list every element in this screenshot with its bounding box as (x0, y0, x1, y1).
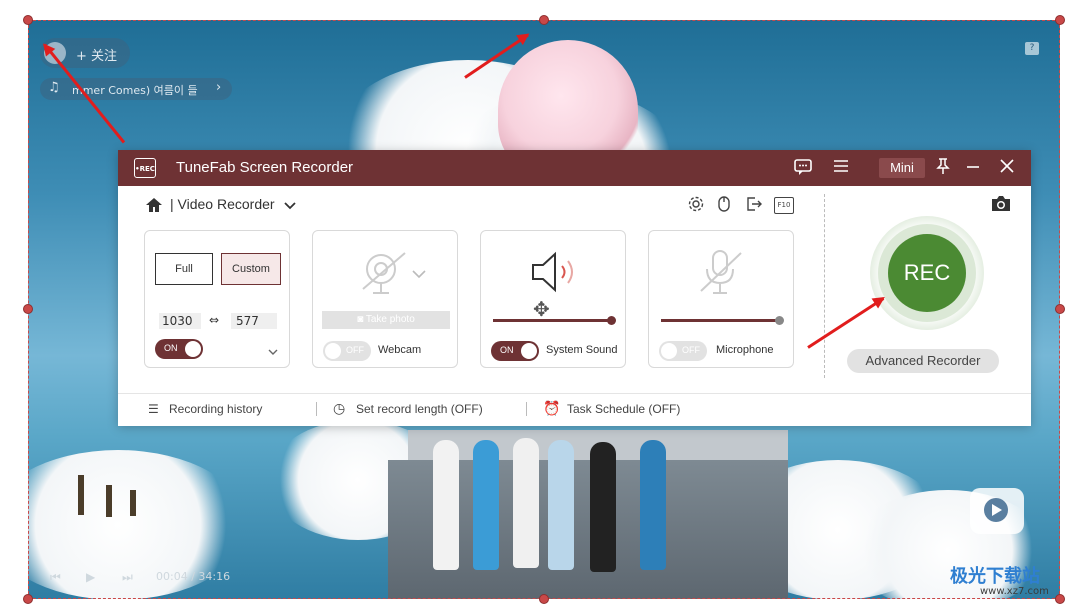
display-toggle[interactable]: ON (155, 339, 203, 359)
take-photo-button[interactable]: ◙ Take photo (322, 311, 450, 329)
next-icon[interactable]: ⏭ (122, 570, 133, 585)
record-length-link[interactable]: Set record length (OFF) (356, 402, 483, 416)
custom-label: Custom (232, 263, 270, 275)
webcam-toggle[interactable]: OFF (323, 341, 371, 361)
microphone-label: Microphone (716, 344, 774, 356)
resize-handle-bottom-right[interactable] (1055, 594, 1065, 604)
mini-button[interactable]: Mini (879, 158, 925, 178)
microphone-icon (695, 247, 747, 297)
resize-handle-top[interactable] (539, 15, 549, 25)
task-schedule-link[interactable]: Task Schedule (OFF) (567, 402, 680, 416)
full-button[interactable]: Full (155, 253, 213, 285)
advanced-recorder-button[interactable]: Advanced Recorder (847, 349, 999, 373)
toggle-knob (185, 341, 201, 357)
system-sound-slider[interactable] (493, 315, 616, 325)
breadcrumb: | Video Recorder (170, 196, 275, 212)
footer-divider (316, 402, 317, 416)
chevron-down-icon[interactable] (267, 343, 281, 357)
app-logo: •REC (134, 158, 156, 178)
export-icon[interactable] (744, 195, 764, 215)
custom-button[interactable]: Custom (221, 253, 281, 285)
toggle-label: OFF (346, 345, 364, 355)
slider-knob[interactable] (607, 315, 616, 325)
chevron-down-icon[interactable] (411, 265, 427, 279)
home-icon[interactable] (144, 195, 164, 215)
recording-history-link[interactable]: Recording history (169, 402, 262, 416)
speaker-icon (527, 249, 583, 295)
divider (824, 194, 825, 378)
full-label: Full (175, 263, 193, 275)
system-sound-label: System Sound (546, 344, 618, 356)
play-icon[interactable]: ▶ (86, 570, 95, 584)
footer-bar: ☰ Recording history ◷ Set record length … (118, 393, 1031, 426)
webcam-label: Webcam (378, 344, 422, 356)
take-photo-label: Take photo (365, 314, 415, 325)
system-sound-toggle[interactable]: ON (491, 341, 539, 361)
slider-knob[interactable] (775, 315, 784, 325)
resize-handle-right[interactable] (1055, 304, 1065, 314)
link-icon[interactable]: ⇔ (209, 313, 219, 327)
webcam-icon (359, 249, 409, 297)
prev-icon[interactable]: ⏮ (50, 570, 61, 585)
microphone-slider[interactable] (661, 315, 784, 325)
playback-time: 00:04 / 34:16 (156, 570, 231, 583)
list-icon: ☰ (148, 402, 159, 416)
resize-handle-left[interactable] (23, 304, 33, 314)
recorder-window: •REC TuneFab Screen Recorder Mini | Vide… (118, 150, 1031, 426)
toggle-knob (661, 343, 677, 359)
toggle-knob (325, 343, 341, 359)
timer-icon: ◷ (333, 400, 346, 416)
camera-small-icon: ◙ (357, 314, 366, 325)
minimize-icon[interactable] (962, 157, 984, 179)
watermark: 极光下载站 (950, 566, 1040, 587)
hotkey-label: F10 (774, 197, 794, 214)
watermark-url: www.xz7.com (980, 586, 1049, 597)
camera-icon[interactable] (989, 194, 1013, 214)
close-icon[interactable] (996, 157, 1018, 179)
resize-handle-bottom-left[interactable] (23, 594, 33, 604)
settings-icon[interactable] (686, 195, 706, 215)
toggle-label: OFF (682, 345, 700, 355)
toggle-label: ON (500, 345, 514, 355)
menu-icon[interactable] (830, 157, 852, 179)
webcam-card: ◙ Take photo OFF Webcam (312, 230, 458, 368)
mouse-icon[interactable] (714, 195, 734, 215)
resize-handle-top-right[interactable] (1055, 15, 1065, 25)
mode-label[interactable]: Video Recorder (178, 196, 275, 212)
move-cursor-icon: ✥ (533, 297, 550, 321)
breadcrumb-separator: | (170, 196, 174, 212)
microphone-toggle[interactable]: OFF (659, 341, 707, 361)
system-sound-card: ✥ ON System Sound (480, 230, 626, 368)
height-input[interactable]: 577 (231, 313, 277, 329)
chat-icon[interactable] (792, 157, 814, 179)
chevron-down-icon[interactable] (282, 198, 298, 214)
toggle-knob (521, 343, 537, 359)
title-bar[interactable]: •REC TuneFab Screen Recorder Mini (118, 150, 1031, 186)
resize-handle-top-left[interactable] (23, 15, 33, 25)
microphone-card: OFF Microphone (648, 230, 794, 368)
footer-divider (526, 402, 527, 416)
hotkey-icon[interactable]: F10 (773, 195, 795, 215)
app-title: TuneFab Screen Recorder (176, 159, 354, 176)
width-input[interactable]: 1030 (159, 313, 201, 329)
alarm-icon: ⏰ (543, 400, 561, 416)
pin-icon[interactable] (932, 157, 954, 179)
rec-button[interactable]: REC (888, 234, 966, 312)
display-card: Full Custom 1030 ⇔ 577 ON (144, 230, 290, 368)
toggle-label: ON (164, 343, 178, 353)
resize-handle-bottom[interactable] (539, 594, 549, 604)
